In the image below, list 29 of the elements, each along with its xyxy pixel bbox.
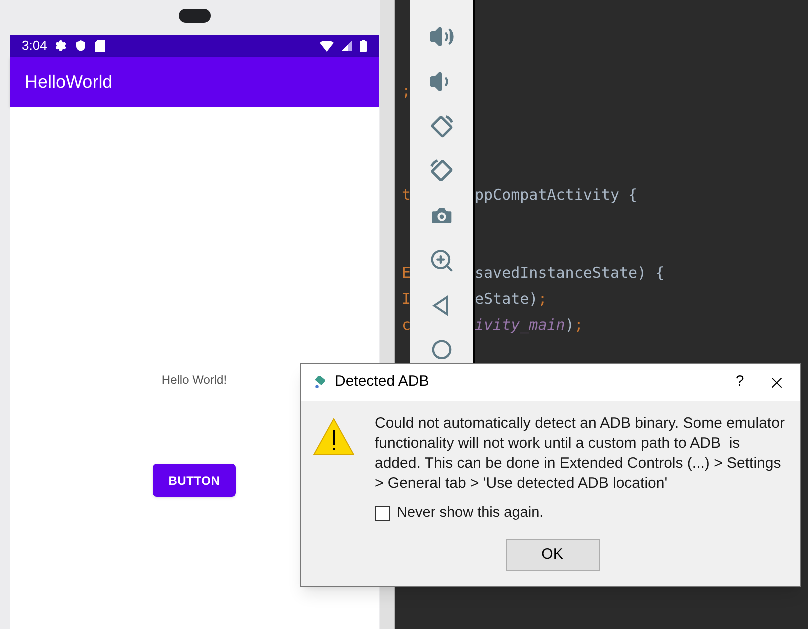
code-fragment: I — [401, 290, 410, 308]
status-time: 3:04 — [22, 37, 48, 56]
dialog-message: Could not automatically detect an ADB binary. Some emulator functionality will not work until a custom path to ADB is added. This can be done in Extended Controls (...) > Settings > General tab > 'Use detected ADB location' — [375, 414, 786, 494]
rotate-left-icon[interactable] — [428, 114, 454, 140]
app-icon — [314, 376, 327, 389]
shield-icon — [75, 40, 88, 52]
checkbox-label: Never show this again. — [397, 504, 544, 523]
never-show-checkbox[interactable] — [375, 506, 390, 522]
app-title: HelloWorld — [25, 70, 113, 94]
ok-button[interactable]: OK — [506, 538, 600, 571]
hello-text: Hello World! — [162, 372, 228, 389]
sd-card-icon — [95, 40, 106, 52]
signal-icon — [342, 41, 352, 51]
code-fragment: E — [401, 264, 410, 282]
dialog-title: Detected ADB — [335, 372, 430, 392]
wifi-icon — [320, 40, 334, 52]
code-line: ivity_main); — [475, 316, 584, 334]
code-line: eState); — [475, 290, 548, 308]
code-fragment: c — [401, 316, 410, 334]
battery-icon — [360, 40, 367, 52]
zoom-in-icon[interactable] — [428, 248, 454, 274]
code-fragment: ; — [401, 82, 410, 100]
code-line: savedInstanceState) { — [475, 264, 665, 282]
warning-icon — [313, 418, 355, 456]
action-button[interactable]: BUTTON — [153, 464, 236, 497]
code-line: ppCompatActivity { — [475, 186, 638, 204]
rotate-right-icon[interactable] — [428, 158, 454, 184]
help-button[interactable]: ? — [726, 371, 754, 394]
code-fragment: t — [401, 186, 410, 204]
